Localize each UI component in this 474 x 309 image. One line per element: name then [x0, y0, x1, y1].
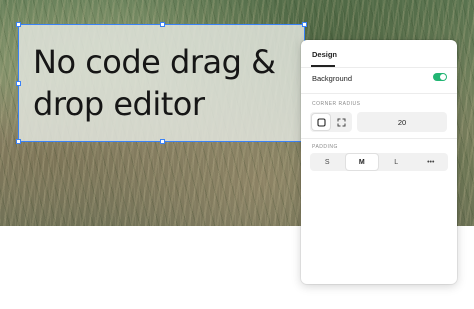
resize-handle-top-left[interactable] [16, 22, 21, 27]
design-panel: Design Background CORNER RADIUS 20 PADDI… [301, 40, 457, 284]
panel-divider [301, 67, 457, 68]
corner-radius-title: CORNER RADIUS [312, 101, 361, 107]
individual-corners-option[interactable] [332, 114, 350, 130]
background-toggle[interactable] [433, 73, 447, 81]
section-divider [301, 93, 457, 94]
resize-handle-bottom-left[interactable] [16, 139, 21, 144]
resize-handle-left[interactable] [16, 81, 21, 86]
background-label: Background [312, 74, 353, 83]
resize-handle-top[interactable] [160, 22, 165, 27]
corner-radius-mode-group [310, 112, 352, 132]
resize-handle-top-right[interactable] [302, 22, 307, 27]
independent-corners-icon [337, 118, 345, 126]
square-corners-icon [316, 117, 326, 127]
toggle-knob [440, 74, 446, 80]
all-corners-option[interactable] [312, 114, 330, 130]
padding-segmented-control: S M L ••• [310, 153, 448, 171]
resize-handle-bottom[interactable] [160, 139, 165, 144]
padding-option-m[interactable]: M [345, 154, 378, 170]
padding-more-options[interactable]: ••• [415, 154, 448, 170]
selected-text-block[interactable]: No code drag & drop editor [16, 22, 307, 144]
section-divider [301, 138, 457, 139]
headline-text[interactable]: No code drag & drop editor [33, 41, 303, 125]
padding-title: PADDING [312, 144, 338, 150]
padding-option-s[interactable]: S [311, 154, 344, 170]
padding-option-l[interactable]: L [380, 154, 413, 170]
corner-radius-input[interactable]: 20 [357, 112, 447, 132]
tab-design[interactable]: Design [312, 50, 337, 59]
